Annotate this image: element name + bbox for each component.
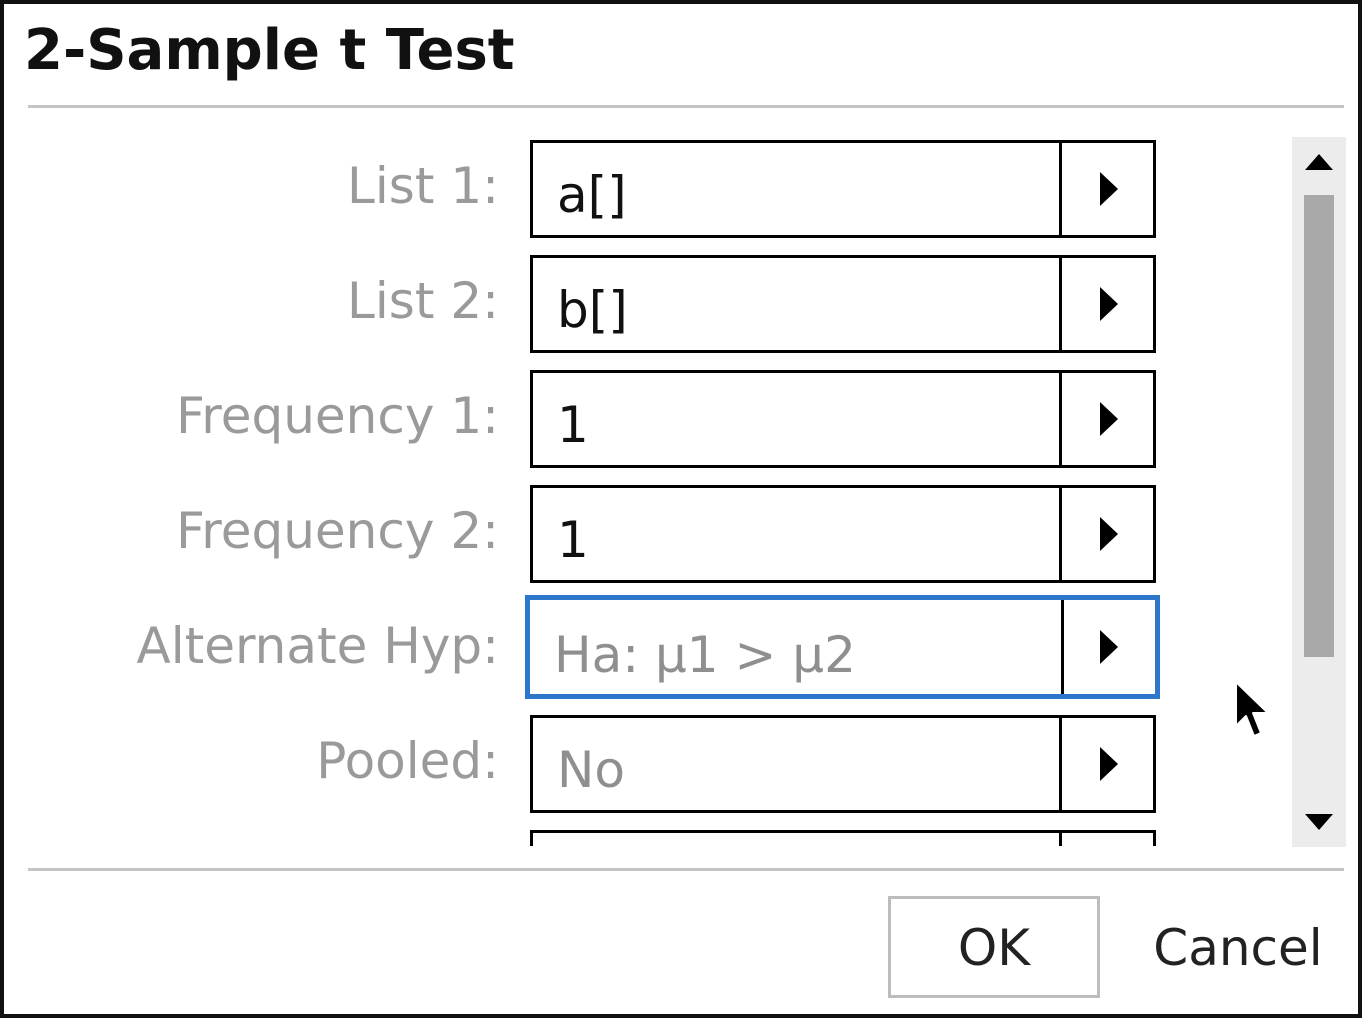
list-1-dropdown-button[interactable]: [1059, 143, 1153, 235]
form-row-frequency-2: Frequency 2: 1: [4, 483, 1294, 583]
triangle-right-icon: [1100, 172, 1118, 206]
form-row-frequency-1: Frequency 1: 1: [4, 368, 1294, 468]
dialog-title: 2-Sample t Test: [24, 18, 515, 83]
list-2-field[interactable]: b[]: [530, 255, 1156, 353]
field-label: Frequency 2:: [176, 502, 499, 560]
triangle-right-icon: [1100, 630, 1118, 664]
field-label: Pooled:: [316, 732, 499, 790]
title-divider: [28, 105, 1344, 108]
pooled-select[interactable]: No: [530, 715, 1156, 813]
field-value: Ha: μ1 > μ2: [554, 626, 856, 684]
form-row-alternate-hyp: Alternate Hyp: Ha: μ1 > μ2: [4, 595, 1294, 699]
form-row-next: [4, 828, 1294, 846]
field-label: List 2:: [347, 272, 499, 330]
triangle-right-icon: [1100, 517, 1118, 551]
field-label: Alternate Hyp:: [136, 617, 500, 675]
pooled-dropdown-button[interactable]: [1059, 718, 1153, 810]
field-value: 1: [557, 511, 589, 569]
triangle-right-icon: [1100, 747, 1118, 781]
triangle-down-icon[interactable]: [1305, 814, 1333, 830]
field-value: No: [557, 741, 625, 799]
frequency-1-field[interactable]: 1: [530, 370, 1156, 468]
frequency-2-dropdown-button[interactable]: [1059, 488, 1153, 580]
footer-divider: [28, 868, 1344, 871]
frequency-1-dropdown-button[interactable]: [1059, 373, 1153, 465]
triangle-right-icon: [1100, 402, 1118, 436]
triangle-right-icon: [1100, 287, 1118, 321]
field-value: b[]: [557, 281, 628, 339]
field-value: a[]: [557, 166, 627, 224]
scrollbar-thumb[interactable]: [1304, 195, 1334, 657]
dialog: 2-Sample t Test List 1: a[] List 2: b[]: [0, 0, 1362, 1018]
cancel-button[interactable]: Cancel: [1136, 896, 1340, 998]
field-label: Frequency 1:: [176, 387, 499, 445]
list-1-field[interactable]: a[]: [530, 140, 1156, 238]
field-value: 1: [557, 396, 589, 454]
triangle-up-icon[interactable]: [1305, 154, 1333, 170]
form-viewport: List 1: a[] List 2: b[] Frequency 1: 1 F…: [4, 138, 1294, 846]
alternate-hyp-dropdown-button[interactable]: [1061, 600, 1155, 694]
next-field[interactable]: [530, 830, 1156, 846]
scrollbar[interactable]: [1292, 137, 1346, 847]
field-label: List 1:: [347, 157, 499, 215]
ok-button[interactable]: OK: [888, 896, 1100, 998]
list-2-dropdown-button[interactable]: [1059, 258, 1153, 350]
form-row-list-2: List 2: b[]: [4, 253, 1294, 353]
mouse-pointer-icon: [1235, 681, 1269, 737]
form-row-list-1: List 1: a[]: [4, 138, 1294, 238]
form-row-pooled: Pooled: No: [4, 713, 1294, 813]
next-dropdown-button[interactable]: [1059, 833, 1153, 846]
alternate-hyp-select[interactable]: Ha: μ1 > μ2: [525, 595, 1160, 699]
frequency-2-field[interactable]: 1: [530, 485, 1156, 583]
